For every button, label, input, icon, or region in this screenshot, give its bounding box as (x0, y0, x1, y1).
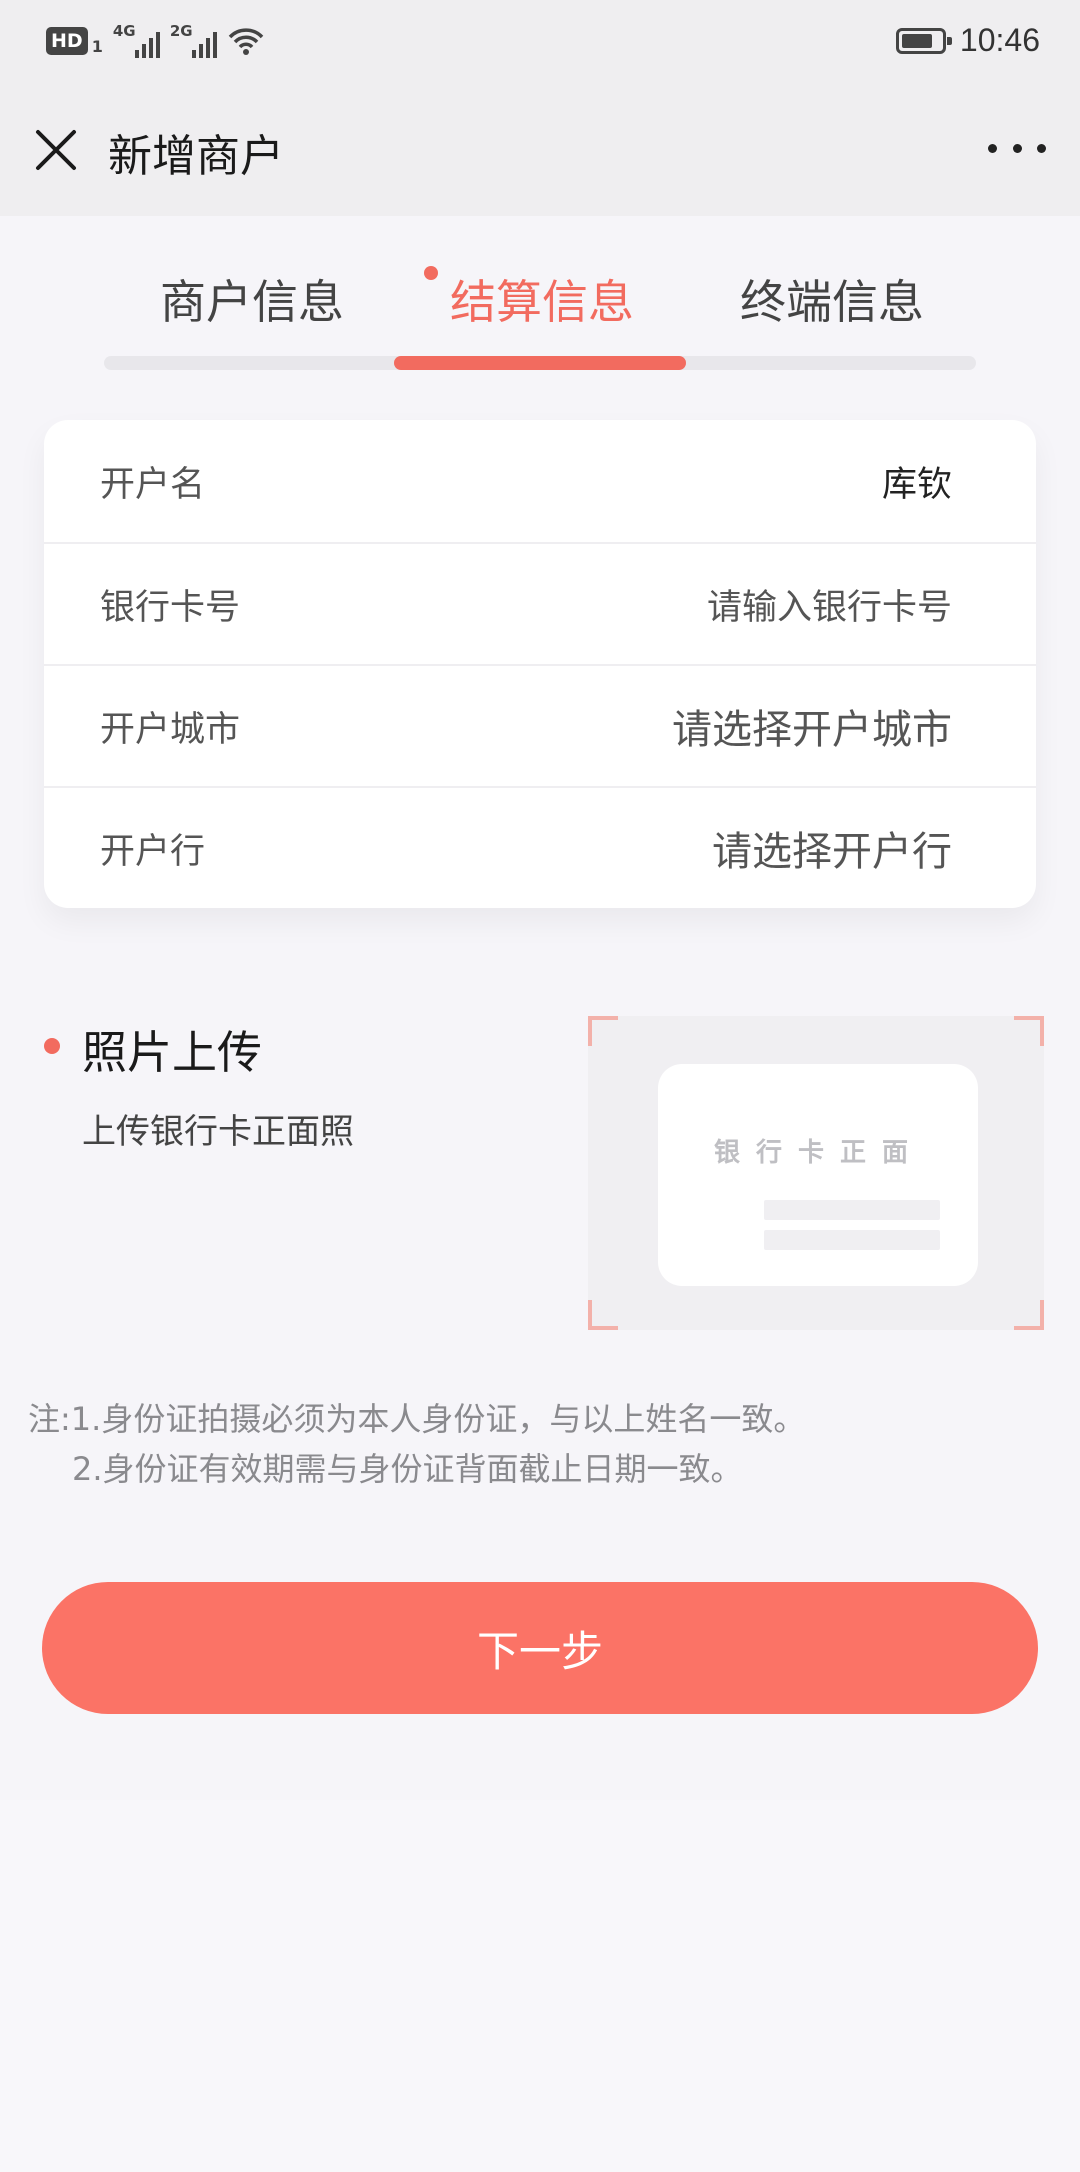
city-label: 开户城市 (100, 709, 241, 750)
network-type-4g: 4G (112, 22, 136, 40)
frame-corner (588, 1300, 618, 1330)
upload-bullet-dot (44, 1038, 60, 1054)
status-time: 10:46 (959, 22, 1040, 58)
signal-2g-icon: 2G (169, 22, 217, 58)
card-number-input[interactable]: 请输入银行卡号 (707, 579, 952, 630)
status-left: HD 1 4G 2G (46, 22, 265, 58)
page-title: 新增商户 (108, 131, 284, 182)
wifi-icon (228, 28, 264, 55)
bank-card-upload-area[interactable]: 银行卡正面 (588, 1016, 1044, 1330)
network-type-2g: 2G (169, 22, 193, 40)
bank-label: 开户行 (100, 831, 206, 872)
note-line-2: 2.身份证有效期需与身份证背面截止日期一致。 (72, 1450, 743, 1488)
form-row-account-name[interactable]: 开户名 库钦 (44, 420, 1036, 542)
frame-corner (1014, 1016, 1044, 1046)
note-line-1: 注:1.身份证拍摄必须为本人身份证，与以上姓名一致。 (28, 1400, 806, 1438)
bank-select[interactable]: 请选择开户行 (712, 819, 952, 877)
tab-active-indicator (394, 356, 686, 370)
card-line (764, 1230, 940, 1250)
nav-bar: 新增商户 (0, 88, 1080, 216)
upload-title: 照片上传 (82, 1026, 263, 1079)
tab-bar: 商户信息 结算信息 终端信息 (0, 216, 1080, 376)
bank-card-illustration: 银行卡正面 (658, 1064, 978, 1286)
hd-sub-label: 1 (91, 36, 103, 56)
account-name-label: 开户名 (100, 464, 206, 505)
hd-badge: HD (46, 27, 88, 55)
form-row-card-number[interactable]: 银行卡号 请输入银行卡号 (44, 542, 1036, 664)
card-line (764, 1200, 940, 1220)
bottom-area (0, 1800, 1080, 2172)
more-icon[interactable] (988, 136, 1046, 160)
frame-corner (1014, 1300, 1044, 1330)
tab-terminal-info[interactable]: 终端信息 (740, 266, 924, 332)
card-number-label: 银行卡号 (100, 587, 241, 628)
close-icon[interactable] (30, 124, 82, 176)
tab-badge-dot (424, 266, 438, 280)
next-step-button[interactable]: 下一步 (42, 1582, 1038, 1714)
form-row-city[interactable]: 开户城市 请选择开户城市 (44, 664, 1036, 786)
upload-description: 上传银行卡正面照 (82, 1112, 354, 1152)
frame-corner (588, 1016, 618, 1046)
status-bar: HD 1 4G 2G 10:46 (0, 0, 1080, 88)
city-select[interactable]: 请选择开户城市 (672, 697, 952, 755)
tab-merchant-info[interactable]: 商户信息 (160, 266, 344, 332)
form-row-bank[interactable]: 开户行 请选择开户行 (44, 786, 1036, 908)
account-name-value[interactable]: 库钦 (882, 456, 952, 507)
tab-settlement-info[interactable]: 结算信息 (450, 266, 634, 332)
status-right: 10:46 (895, 22, 1040, 59)
settlement-form: 开户名 库钦 银行卡号 请输入银行卡号 开户城市 请选择开户城市 开户行 请选择… (44, 420, 1036, 908)
card-placeholder-label: 银行卡正面 (714, 1138, 925, 1168)
signal-4g-icon: 4G (112, 22, 160, 58)
battery-icon (895, 27, 952, 54)
